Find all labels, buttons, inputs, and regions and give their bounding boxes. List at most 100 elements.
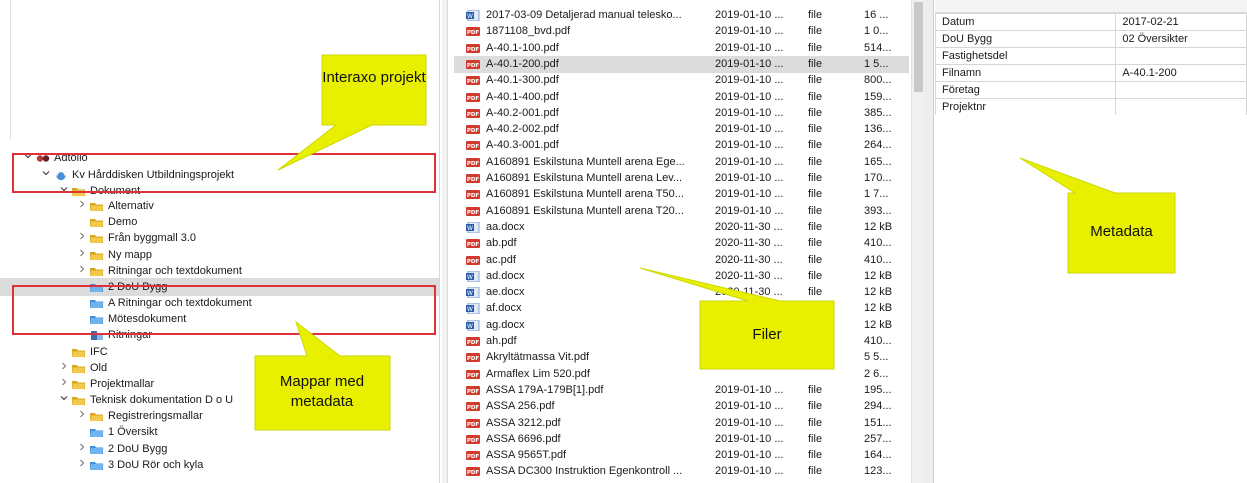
metadata-row: Fastighetsdel: [934, 47, 1247, 65]
pdf-icon: PDF: [466, 157, 480, 168]
file-row[interactable]: PDF A-40.3-001.pdf 2019-01-10 ... file 264..…: [456, 137, 896, 154]
file-row[interactable]: PDF Akryltätmassa Vit.pdf 5 5...: [456, 349, 896, 366]
chevron-down-icon[interactable]: [58, 391, 70, 409]
scrollbar-thumb[interactable]: [914, 2, 923, 92]
file-date: 2020-11-30 ...: [715, 269, 783, 282]
file-type: file: [808, 432, 823, 445]
tree-node-label: 3 DoU Rör och kyla: [108, 459, 204, 471]
chevron-right-icon[interactable]: [76, 456, 88, 474]
pdf-icon: PDF: [466, 352, 480, 363]
metadata-value[interactable]: [1115, 47, 1247, 65]
file-row[interactable]: PDF A-40.2-001.pdf 2019-01-10 ... file 385..…: [456, 105, 896, 122]
file-list-scrollbar[interactable]: [911, 0, 924, 483]
chevron-right-icon[interactable]: [76, 229, 88, 247]
metadata-panel: Datum 2017-02-21 DoU Bygg 02 Översikter …: [924, 0, 1247, 483]
svg-text:PDF: PDF: [467, 161, 480, 167]
file-name: A-40.1-400.pdf: [486, 90, 559, 103]
file-row[interactable]: Wae.docx 2020-11-30 ... file 12 kB: [456, 284, 896, 301]
tree-node[interactable]: 3 DoU Rör och kyla: [76, 456, 203, 474]
file-row[interactable]: PDF 1871108_bvd.pdf 2019-01-10 ... file 1 0.…: [456, 23, 896, 40]
file-row[interactable]: PDF Armaflex Lim 520.pdf 2 6...: [456, 366, 896, 383]
file-name: A-40.1-300.pdf: [486, 74, 559, 87]
file-size: 12 kB: [864, 220, 893, 233]
file-row[interactable]: Wad.docx 2020-11-30 ... file 12 kB: [456, 268, 896, 285]
file-date: 2019-01-10 ...: [715, 188, 784, 201]
file-size: 136...: [864, 123, 892, 136]
file-row[interactable]: PDF A-40.1-100.pdf 2019-01-10 ... file 514..…: [456, 40, 896, 57]
pdf-icon: PDF: [466, 434, 480, 445]
file-name: ad.docx: [486, 269, 525, 282]
doc-icon: W: [466, 319, 480, 331]
metadata-value[interactable]: 2017-02-21: [1115, 13, 1247, 31]
metadata-folders-highlight: [12, 285, 436, 335]
file-name: 1871108_bvd.pdf: [486, 25, 571, 38]
metadata-value[interactable]: [1115, 98, 1247, 116]
file-row[interactable]: Waa.docx 2020-11-30 ... file 12 kB: [456, 219, 896, 236]
metadata-value[interactable]: 02 Översikter: [1115, 30, 1247, 48]
file-row[interactable]: PDF ASSA 256.pdf 2019-01-10 ... file 294...: [456, 398, 896, 415]
file-type: file: [808, 57, 823, 70]
file-row[interactable]: Waf.docx 12 kB: [456, 300, 896, 317]
file-type: file: [808, 90, 823, 103]
metadata-key: Datum: [934, 13, 1117, 31]
file-size: 12 kB: [864, 318, 893, 331]
tree-node[interactable]: 1 Översikt: [76, 423, 158, 441]
pdf-icon: PDF: [466, 255, 480, 266]
panel-splitter-right[interactable]: [924, 0, 934, 483]
file-row[interactable]: W 2017-03-09 Detaljerad manual telesko...…: [456, 7, 896, 24]
file-row[interactable]: PDF ASSA 3212.pdf 2019-01-10 ... file 151...: [456, 415, 896, 432]
file-size: 170...: [864, 172, 892, 184]
file-row[interactable]: PDF ac.pdf 2020-11-30 ... file 410...: [456, 252, 896, 269]
file-row[interactable]: PDF A160891 Eskilstuna Muntell arena Ege.…: [456, 154, 896, 171]
file-type: file: [808, 188, 823, 201]
file-type: file: [808, 416, 823, 429]
file-row[interactable]: PDF ASSA DC300 Instruktion Egenkontroll .…: [456, 463, 896, 480]
panel-splitter-left[interactable]: [442, 0, 448, 483]
file-row[interactable]: PDF ASSA 9565T.pdf 2019-01-10 ... file 164..…: [456, 447, 896, 464]
pdf-icon: PDF: [466, 369, 480, 380]
file-name: ASSA 3212.pdf: [486, 416, 561, 429]
file-size: 123...: [864, 465, 892, 478]
file-row[interactable]: PDF A160891 Eskilstuna Muntell arena Lev.…: [456, 170, 896, 187]
doc-icon: W: [466, 221, 480, 233]
file-size: 294...: [864, 400, 892, 413]
file-row[interactable]: PDF ASSA 179A-179B[1].pdf 2019-01-10 ... fi…: [456, 382, 896, 399]
file-size: 159...: [864, 90, 892, 103]
file-row[interactable]: PDF ASSA 6696.pdf 2019-01-10 ... file 257...: [456, 431, 896, 448]
file-name: aa.docx: [486, 220, 525, 233]
svg-text:PDF: PDF: [467, 438, 480, 444]
doc-icon: W: [466, 303, 480, 315]
file-size: 1 7...: [864, 188, 889, 201]
pdf-icon: PDF: [466, 173, 480, 184]
file-size: 514...: [864, 41, 892, 54]
file-row[interactable]: PDF A-40.1-200.pdf 2019-01-10 ... file 1 5..…: [454, 55, 909, 73]
file-row[interactable]: PDF ah.pdf 410...: [456, 333, 896, 350]
file-date: 2019-01-10 ...: [715, 155, 784, 168]
file-size: 1 0...: [864, 25, 889, 38]
pdf-icon: PDF: [466, 124, 480, 135]
file-name: 2017-03-09 Detaljerad manual telesko...: [486, 9, 682, 21]
metadata-value[interactable]: [1115, 81, 1247, 99]
file-row[interactable]: PDF A-40.1-300.pdf 2019-01-10 ... file 800..…: [456, 72, 896, 89]
file-row[interactable]: PDF A-40.1-400.pdf 2019-01-10 ... file 159..…: [456, 89, 896, 106]
tree-node[interactable]: Från byggmall 3.0: [76, 229, 196, 247]
folder-icon: [72, 347, 86, 358]
file-row[interactable]: PDF ab.pdf 2020-11-30 ... file 410...: [456, 235, 896, 252]
file-date: 2020-11-30 ...: [715, 220, 783, 233]
file-row[interactable]: PDF A160891 Eskilstuna Muntell arena T20.…: [456, 203, 896, 220]
svg-text:PDF: PDF: [467, 422, 480, 428]
svg-text:PDF: PDF: [467, 373, 480, 379]
svg-text:PDF: PDF: [467, 47, 480, 53]
file-row[interactable]: PDF A-40.2-002.pdf 2019-01-10 ... file 136..…: [456, 121, 896, 138]
pdf-icon: PDF: [466, 108, 480, 119]
svg-text:PDF: PDF: [467, 96, 480, 102]
pdf-icon: PDF: [466, 75, 480, 86]
pdf-icon: PDF: [466, 43, 480, 54]
file-row[interactable]: Wag.docx 12 kB: [456, 317, 896, 334]
pdf-icon: PDF: [466, 418, 480, 429]
file-size: 195...: [864, 383, 892, 396]
file-type: file: [808, 172, 823, 184]
metadata-value[interactable]: A-40.1-200: [1115, 64, 1247, 82]
file-size: 410...: [864, 335, 892, 347]
file-row[interactable]: PDF A160891 Eskilstuna Muntell arena T50.…: [456, 186, 896, 203]
